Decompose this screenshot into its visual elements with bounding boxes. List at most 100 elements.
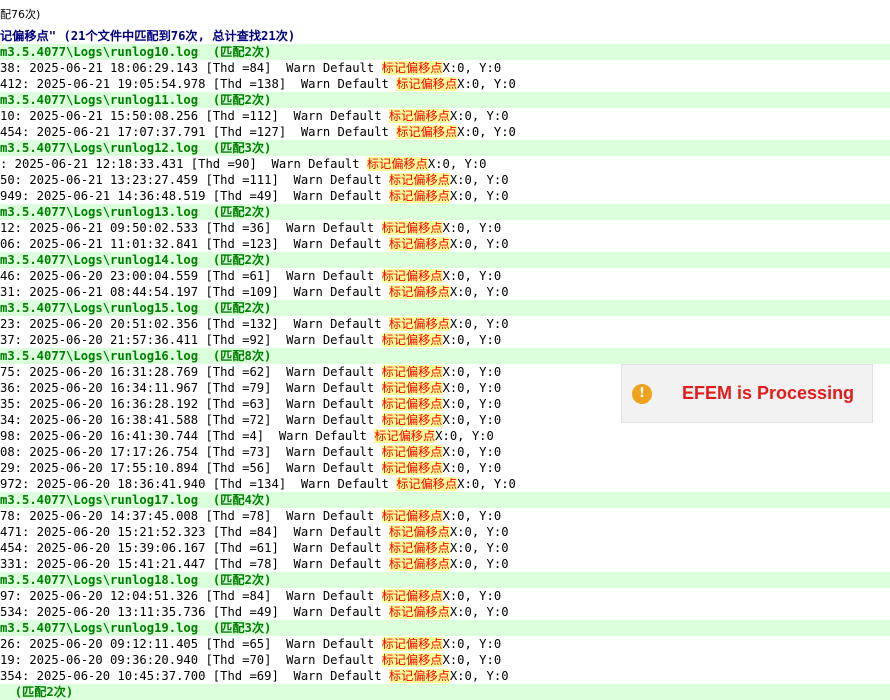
line-text: 50: 2025-06-21 13:23:27.459 [Thd =111] W… xyxy=(0,173,389,187)
match-line[interactable]: 412: 2025-06-21 19:05:54.978 [Thd =138] … xyxy=(0,76,890,92)
match-line[interactable]: 10: 2025-06-21 15:50:08.256 [Thd =112] W… xyxy=(0,108,890,124)
search-highlight: 标记偏移点 xyxy=(381,509,443,523)
match-line[interactable]: 12: 2025-06-21 09:50:02.533 [Thd =36] Wa… xyxy=(0,220,890,236)
separator xyxy=(198,493,213,507)
search-highlight: 标记偏移点 xyxy=(381,397,443,411)
line-coords: X:0, Y:0 xyxy=(449,317,509,331)
line-coords: X:0, Y:0 xyxy=(449,237,509,251)
separator xyxy=(198,205,213,219)
match-line[interactable]: 29: 2025-06-20 17:55:10.894 [Thd =56] Wa… xyxy=(0,460,890,476)
match-line[interactable]: 06: 2025-06-21 11:01:32.841 [Thd =123] W… xyxy=(0,236,890,252)
match-line[interactable]: 37: 2025-06-20 21:57:36.411 [Thd =92] Wa… xyxy=(0,332,890,348)
line-text: 972: 2025-06-20 18:36:41.940 [Thd =134] … xyxy=(0,477,397,491)
line-coords: X:0, Y:0 xyxy=(442,269,502,283)
match-line[interactable]: 454: 2025-06-21 17:07:37.791 [Thd =127] … xyxy=(0,124,890,140)
file-path: m3.5.4077\Logs\runlog12.log xyxy=(0,141,199,155)
separator xyxy=(198,253,213,267)
match-count: (匹配4次) xyxy=(212,493,272,507)
line-coords: X:0, Y:0 xyxy=(449,525,509,539)
match-line[interactable]: 534: 2025-06-20 13:11:35.736 [Thd =49] W… xyxy=(0,604,890,620)
line-coords: X:0, Y:0 xyxy=(442,61,502,75)
file-header-row[interactable]: m3.5.4077\Logs\runlog10.log (匹配2次) xyxy=(0,44,890,60)
line-text: 37: 2025-06-20 21:57:36.411 [Thd =92] Wa… xyxy=(0,333,382,347)
search-highlight: 标记偏移点 xyxy=(381,413,443,427)
separator xyxy=(198,573,213,587)
match-count: (匹配2次) xyxy=(212,253,272,267)
line-coords: X:0, Y:0 xyxy=(449,285,509,299)
search-highlight: 标记偏移点 xyxy=(388,557,450,571)
line-text: 06: 2025-06-21 11:01:32.841 [Thd =123] W… xyxy=(0,237,389,251)
match-line[interactable]: 354: 2025-06-20 10:45:37.700 [Thd =69] W… xyxy=(0,668,890,684)
match-line[interactable]: 46: 2025-06-20 23:00:04.559 [Thd =61] Wa… xyxy=(0,268,890,284)
status-toast: ! EFEM is Processing xyxy=(621,364,873,423)
file-header-row[interactable]: m3.5.4077\Logs\runlog14.log (匹配2次) xyxy=(0,252,890,268)
search-highlight: 标记偏移点 xyxy=(388,525,450,539)
line-text: 75: 2025-06-20 16:31:28.769 [Thd =62] Wa… xyxy=(0,365,382,379)
line-text: : 2025-06-21 12:18:33.431 [Thd =90] Warn… xyxy=(0,157,367,171)
search-highlight: 标记偏移点 xyxy=(388,237,450,251)
search-highlight: 标记偏移点 xyxy=(381,653,443,667)
file-header-row[interactable]: m3.5.4077\Logs\runlog16.log (匹配8次) xyxy=(0,348,890,364)
line-text: 98: 2025-06-20 16:41:30.744 [Thd =4] War… xyxy=(0,429,375,443)
match-line[interactable]: 31: 2025-06-21 08:44:54.197 [Thd =109] W… xyxy=(0,284,890,300)
match-line[interactable]: 23: 2025-06-20 20:51:02.356 [Thd =132] W… xyxy=(0,316,890,332)
match-count: (匹配2次) xyxy=(212,301,272,315)
line-text: 08: 2025-06-20 17:17:26.754 [Thd =73] Wa… xyxy=(0,445,382,459)
match-line[interactable]: 949: 2025-06-21 14:36:48.519 [Thd =49] W… xyxy=(0,188,890,204)
file-path: m3.5.4077\Logs\runlog11.log xyxy=(0,93,199,107)
line-text: 35: 2025-06-20 16:36:28.192 [Thd =63] Wa… xyxy=(0,397,382,411)
line-text: 31: 2025-06-21 08:44:54.197 [Thd =109] W… xyxy=(0,285,389,299)
search-highlight: 标记偏移点 xyxy=(381,221,443,235)
match-count: (匹配2次) xyxy=(14,685,74,699)
match-line[interactable]: 50: 2025-06-21 13:23:27.459 [Thd =111] W… xyxy=(0,172,890,188)
line-coords: X:0, Y:0 xyxy=(442,461,502,475)
line-coords: X:0, Y:0 xyxy=(449,669,509,683)
file-path: m3.5.4077\Logs\runlog14.log xyxy=(0,253,199,267)
search-highlight: 标记偏移点 xyxy=(366,157,428,171)
match-line[interactable]: 454: 2025-06-20 15:39:06.167 [Thd =61] W… xyxy=(0,540,890,556)
file-header-row[interactable]: m3.5.4077\Logs\runlog17.log (匹配4次) xyxy=(0,492,890,508)
match-count: (匹配2次) xyxy=(212,93,272,107)
separator xyxy=(198,621,213,635)
file-header-row[interactable]: m3.5.4077\Logs\runlog13.log (匹配2次) xyxy=(0,204,890,220)
search-highlight: 标记偏移点 xyxy=(381,381,443,395)
match-line[interactable]: 97: 2025-06-20 12:04:51.326 [Thd =84] Wa… xyxy=(0,588,890,604)
search-highlight: 标记偏移点 xyxy=(388,541,450,555)
line-coords: X:0, Y:0 xyxy=(442,333,502,347)
match-line[interactable]: 78: 2025-06-20 14:37:45.008 [Thd =78] Wa… xyxy=(0,508,890,524)
search-highlight: 标记偏移点 xyxy=(381,269,443,283)
line-text: 454: 2025-06-20 15:39:06.167 [Thd =61] W… xyxy=(0,541,389,555)
search-highlight: 标记偏移点 xyxy=(388,109,450,123)
line-text: 34: 2025-06-20 16:38:41.588 [Thd =72] Wa… xyxy=(0,413,382,427)
file-header-row[interactable]: m3.5.4077\Logs\runlog18.log (匹配2次) xyxy=(0,572,890,588)
search-highlight: 标记偏移点 xyxy=(381,589,443,603)
file-header-row[interactable]: m3.5.4077\Logs\runlog15.log (匹配2次) xyxy=(0,300,890,316)
file-header-row[interactable]: m3.5.4077\Logs\runlog19.log (匹配3次) xyxy=(0,620,890,636)
window-title-bar: 配76次) xyxy=(0,0,890,29)
match-line[interactable]: 19: 2025-06-20 09:36:20.940 [Thd =70] Wa… xyxy=(0,652,890,668)
line-text: 29: 2025-06-20 17:55:10.894 [Thd =56] Wa… xyxy=(0,461,382,475)
line-text: 454: 2025-06-21 17:07:37.791 [Thd =127] … xyxy=(0,125,397,139)
line-coords: X:0, Y:0 xyxy=(427,157,487,171)
match-line[interactable]: 08: 2025-06-20 17:17:26.754 [Thd =73] Wa… xyxy=(0,444,890,460)
line-text: 12: 2025-06-21 09:50:02.533 [Thd =36] Wa… xyxy=(0,221,382,235)
separator xyxy=(198,45,213,59)
match-line[interactable]: 471: 2025-06-20 15:21:52.323 [Thd =84] W… xyxy=(0,524,890,540)
line-text: 78: 2025-06-20 14:37:45.008 [Thd =78] Wa… xyxy=(0,509,382,523)
match-line[interactable]: 26: 2025-06-20 09:12:11.405 [Thd =65] Wa… xyxy=(0,636,890,652)
match-line[interactable]: 331: 2025-06-20 15:41:21.447 [Thd =78] W… xyxy=(0,556,890,572)
match-line[interactable]: : 2025-06-21 12:18:33.431 [Thd =90] Warn… xyxy=(0,156,890,172)
line-coords: X:0, Y:0 xyxy=(442,637,502,651)
line-text: 19: 2025-06-20 09:36:20.940 [Thd =70] Wa… xyxy=(0,653,382,667)
file-header-row[interactable]: (匹配2次) xyxy=(0,684,890,700)
match-line[interactable]: 972: 2025-06-20 18:36:41.940 [Thd =134] … xyxy=(0,476,890,492)
search-highlight: 标记偏移点 xyxy=(381,445,443,459)
line-coords: X:0, Y:0 xyxy=(449,189,509,203)
search-summary-line[interactable]: 记偏移点" (21个文件中匹配到76次, 总计查找21次) xyxy=(0,28,890,44)
separator xyxy=(198,349,213,363)
file-header-row[interactable]: m3.5.4077\Logs\runlog11.log (匹配2次) xyxy=(0,92,890,108)
file-header-row[interactable]: m3.5.4077\Logs\runlog12.log (匹配3次) xyxy=(0,140,890,156)
match-line[interactable]: 38: 2025-06-21 18:06:29.143 [Thd =84] Wa… xyxy=(0,60,890,76)
alert-circle-icon: ! xyxy=(632,384,652,404)
match-line[interactable]: 98: 2025-06-20 16:41:30.744 [Thd =4] War… xyxy=(0,428,890,444)
